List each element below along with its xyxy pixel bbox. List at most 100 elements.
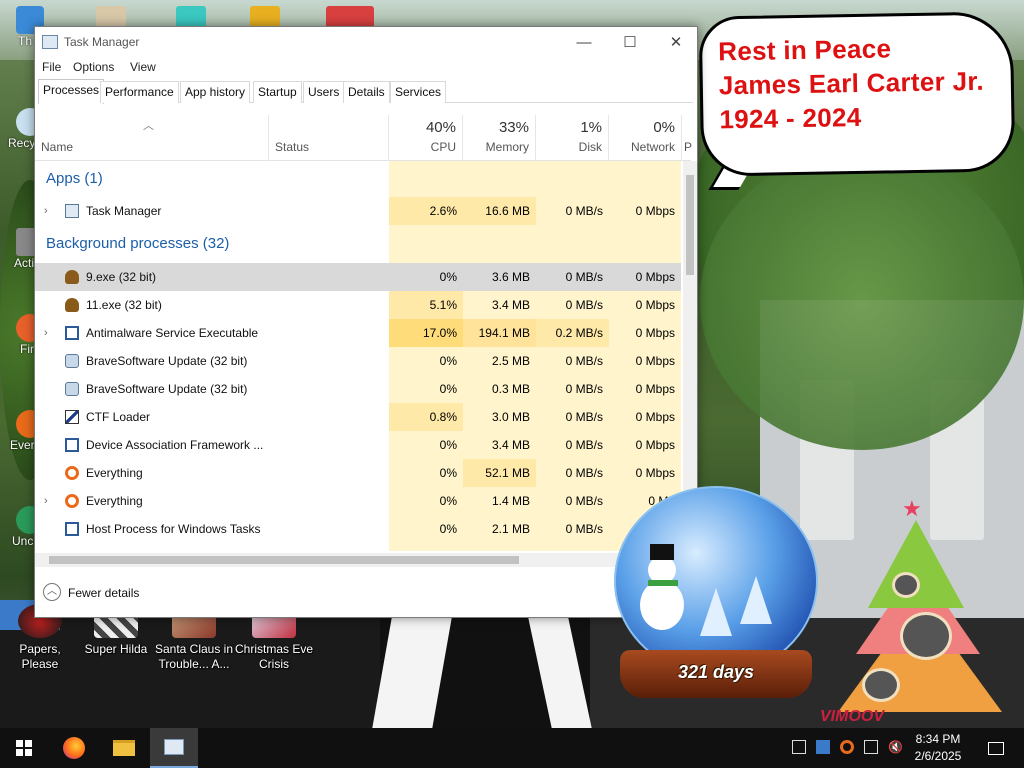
menu-options[interactable]: Options: [73, 60, 114, 74]
taskbar-firefox[interactable]: [50, 728, 98, 768]
network-value: 0 Mbps: [635, 410, 675, 424]
app-icon[interactable]: [326, 6, 374, 28]
snowman-hat: [650, 544, 674, 560]
firefox-icon: [63, 737, 85, 759]
chevron-right-icon[interactable]: ›: [44, 197, 48, 225]
menu-file[interactable]: File: [42, 60, 61, 74]
maximize-button[interactable]: ☐: [607, 27, 653, 57]
table-row[interactable]: Device Association Framework ... 0% 3.4 …: [35, 431, 681, 459]
process-name: Everything: [86, 466, 143, 480]
disk-value: 0 MB/s: [565, 382, 603, 396]
memory-value: 16.6 MB: [463, 197, 536, 225]
disk-value: 0 MB/s: [565, 522, 603, 536]
header-name[interactable]: ︿ Name: [35, 115, 269, 161]
notification-icon: [988, 741, 1004, 755]
tab-performance[interactable]: Performance: [100, 81, 179, 103]
tab-services[interactable]: Services: [390, 81, 447, 103]
notification-center-button[interactable]: [976, 728, 1016, 768]
chevron-right-icon[interactable]: ›: [44, 319, 48, 347]
disk-value: 0 MB/s: [565, 298, 603, 312]
scrollbar-thumb[interactable]: [686, 175, 694, 275]
header-memory[interactable]: 33% Memory: [463, 115, 536, 161]
table-row[interactable]: CTF Loader 0.8% 3.0 MB 0 MB/s 0 Mbps: [35, 403, 681, 431]
title-bar[interactable]: Task Manager — ☐ ✕: [35, 27, 697, 57]
header-cpu[interactable]: 40% CPU: [389, 115, 463, 161]
tray-monitor-icon[interactable]: [816, 740, 830, 754]
network-value: 0 Mbps: [635, 204, 675, 218]
table-row[interactable]: BraveSoftware Update (32 bit) 0% 2.5 MB …: [35, 347, 681, 375]
start-button[interactable]: [0, 728, 48, 768]
poop-icon: [65, 298, 79, 312]
tab-processes[interactable]: Processes: [38, 79, 105, 104]
speech-bubble: Rest in Peace James Earl Carter Jr. 1924…: [698, 11, 1016, 177]
table-row[interactable]: Host Process for Windows Tasks 0% 2.1 MB…: [35, 515, 681, 543]
fewer-details-link[interactable]: Fewer details: [68, 586, 139, 600]
header-power[interactable]: P: [682, 115, 693, 161]
disk-value: 0 MB/s: [565, 494, 603, 508]
desktop-icon-this-pc[interactable]: Th: [0, 6, 44, 48]
tab-strip: Processes Performance App history Startu…: [38, 79, 693, 104]
desktop-icon-activate[interactable]: Acti: [0, 228, 44, 270]
folder-icon: [113, 740, 135, 756]
tab-app-history[interactable]: App history: [180, 81, 251, 103]
desktop-icon-everything[interactable]: Ever: [0, 410, 44, 452]
taskbar: 🔇 8:34 PM 2/6/2025: [0, 728, 1024, 768]
header-disk[interactable]: 1% Disk: [536, 115, 609, 161]
header-power-label: P: [684, 140, 693, 154]
chevron-up-icon[interactable]: ︿: [43, 583, 61, 601]
tab-users[interactable]: Users: [303, 81, 345, 103]
close-button[interactable]: ✕: [653, 27, 699, 57]
cpu-value: 0%: [439, 522, 457, 536]
magnifier-icon[interactable]: [840, 740, 854, 754]
table-row[interactable]: 9.exe (32 bit) 0% 3.6 MB 0 MB/s 0 Mbps: [35, 263, 681, 291]
table-row[interactable]: Everything 0% 52.1 MB 0 MB/s 0 Mbps: [35, 459, 681, 487]
desktop-icon-recycle-bin[interactable]: Recy: [0, 108, 44, 150]
network-value: 0 Mbps: [635, 382, 675, 396]
header-name-label: Name: [41, 140, 74, 154]
chevron-right-icon[interactable]: ›: [44, 487, 48, 515]
minimize-button[interactable]: —: [561, 27, 607, 57]
table-row[interactable]: BraveSoftware Update (32 bit) 0% 0.3 MB …: [35, 375, 681, 403]
table-row[interactable]: › Task Manager 2.6% 16.6 MB 0 MB/s 0 Mbp…: [35, 197, 681, 225]
horizontal-scrollbar[interactable]: [35, 553, 683, 567]
table-row[interactable]: › Antimalware Service Executable 17.0% 1…: [35, 319, 681, 347]
app-icon[interactable]: [176, 6, 206, 28]
magnifier-icon: [65, 494, 79, 508]
network-icon[interactable]: [864, 740, 878, 754]
process-name: BraveSoftware Update (32 bit): [86, 354, 248, 368]
disk-value: 0.2 MB/s: [536, 319, 609, 347]
tray-app-icon[interactable]: [792, 740, 806, 754]
table-row[interactable]: › Everything 0% 1.4 MB 0 MB/s 0 Mb: [35, 487, 681, 515]
desktop-icon-firefox[interactable]: Fir: [0, 314, 44, 356]
task-manager-icon: [164, 739, 184, 755]
app-icon[interactable]: [96, 6, 126, 28]
process-name: 9.exe (32 bit): [86, 270, 157, 284]
desktop-icon-label: Papers, Please: [19, 642, 61, 671]
globe-tree-icon: [700, 588, 732, 636]
taskbar-task-manager[interactable]: [150, 728, 198, 768]
header-cpu-total: 40%: [425, 119, 456, 136]
volume-muted-icon[interactable]: 🔇: [888, 740, 903, 754]
tab-startup[interactable]: Startup: [253, 81, 302, 103]
window-title: Task Manager: [64, 35, 140, 49]
header-disk-label: Disk: [578, 140, 602, 154]
taskbar-file-explorer[interactable]: [100, 728, 148, 768]
tab-details[interactable]: Details: [343, 81, 390, 103]
scrollbar-thumb[interactable]: [49, 556, 519, 564]
cpu-value: 0%: [439, 494, 457, 508]
desktop-icon-uncle[interactable]: Unc: [0, 506, 44, 548]
header-status[interactable]: Status: [269, 115, 389, 161]
tree-ornament: [900, 612, 952, 660]
menu-view[interactable]: View: [130, 60, 156, 74]
process-name: Task Manager: [86, 204, 162, 218]
update-icon: [65, 382, 79, 396]
memory-value: 52.1 MB: [463, 459, 536, 487]
table-row[interactable]: 11.exe (32 bit) 5.1% 3.4 MB 0 MB/s 0 Mbp…: [35, 291, 681, 319]
group-title: Apps (1): [46, 170, 103, 187]
christmas-tree-layer: [868, 520, 964, 608]
days-counter: 321 days: [677, 662, 755, 682]
desktop-icon-label: Super Hilda: [84, 642, 148, 656]
taskbar-clock[interactable]: 8:34 PM 2/6/2025: [906, 731, 970, 765]
header-network[interactable]: 0% Network: [609, 115, 682, 161]
app-icon[interactable]: [250, 6, 280, 28]
